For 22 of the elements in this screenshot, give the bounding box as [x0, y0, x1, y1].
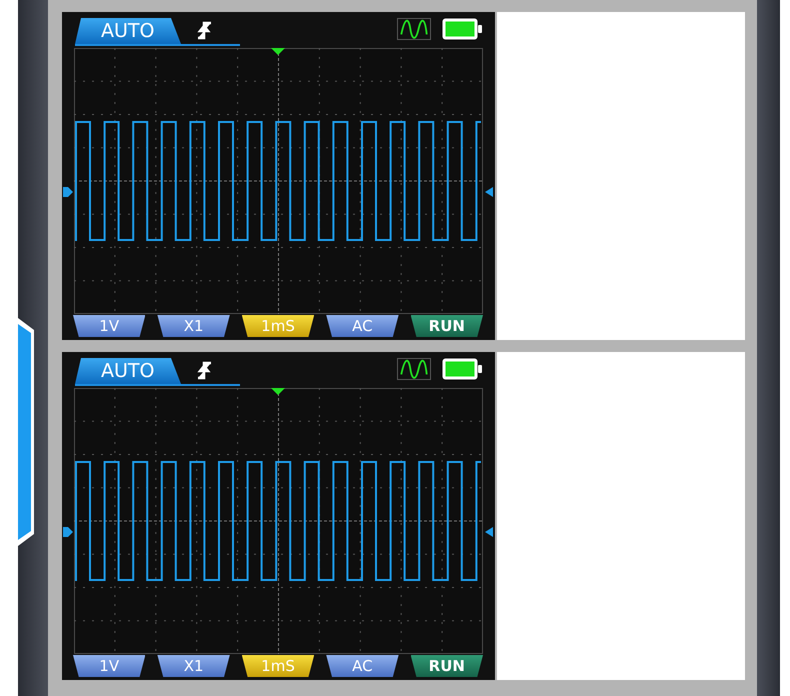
setting-button[interactable]: 1V — [73, 315, 146, 337]
arrow-marker-icon — [483, 527, 495, 537]
level-marker-icon — [62, 527, 74, 537]
mode-tab[interactable]: AUTO — [75, 18, 181, 44]
setting-button[interactable]: X1 — [157, 315, 230, 337]
battery-icon — [441, 357, 483, 381]
level-marker-icon — [62, 187, 74, 197]
arrow-marker-icon — [483, 187, 495, 197]
setting-button[interactable]: 1mS — [242, 315, 314, 337]
trigger-edge-icon — [197, 360, 213, 380]
setting-button[interactable]: RUN — [410, 655, 484, 677]
setting-button[interactable]: X1 — [157, 655, 230, 677]
setting-button[interactable]: AC — [326, 315, 399, 337]
battery-icon — [441, 17, 483, 41]
setting-button[interactable]: RUN — [410, 315, 484, 337]
trigger-edge-icon — [197, 20, 213, 40]
mode-tab[interactable]: AUTO — [75, 358, 181, 384]
sine-wave-icon — [397, 358, 431, 380]
setting-button[interactable]: AC — [326, 655, 399, 677]
sine-wave-icon — [397, 18, 431, 40]
setting-button[interactable]: 1mS — [242, 655, 314, 677]
setting-button[interactable]: 1V — [73, 655, 146, 677]
